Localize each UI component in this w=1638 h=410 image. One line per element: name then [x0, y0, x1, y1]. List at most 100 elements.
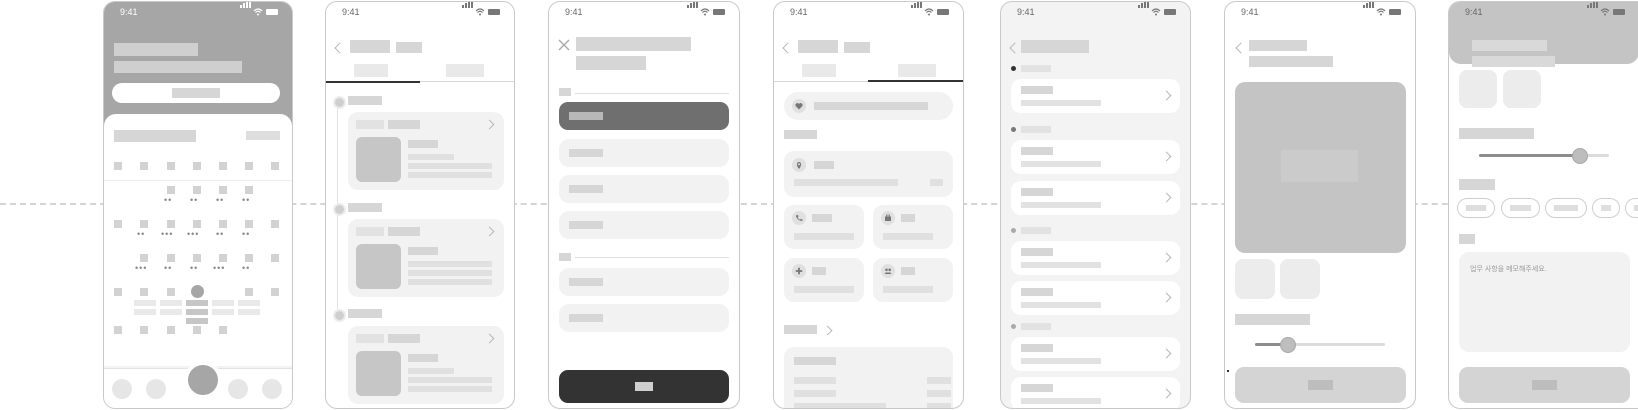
- wifi-icon: [475, 8, 485, 16]
- page-title: [798, 40, 838, 53]
- option-item[interactable]: [559, 268, 729, 296]
- confirm-button[interactable]: [559, 370, 729, 403]
- option-item[interactable]: [559, 139, 729, 167]
- option-selected[interactable]: [559, 102, 729, 130]
- chevron-right-icon: [1161, 388, 1172, 399]
- chevron-right-icon: [1161, 252, 1172, 263]
- option-item[interactable]: [559, 211, 729, 239]
- chevron-right-icon: [484, 333, 495, 344]
- timeline-node: [333, 203, 346, 216]
- chips-label: [1459, 179, 1495, 190]
- thumbnail[interactable]: [1459, 70, 1497, 108]
- heart-icon: [792, 99, 806, 113]
- tab-center-add[interactable]: [184, 361, 222, 399]
- tab-5[interactable]: [262, 379, 282, 399]
- chevron-right-icon: [1161, 151, 1172, 162]
- status-time: 9:41: [1017, 7, 1035, 17]
- phone-card[interactable]: [784, 205, 864, 249]
- wifi-icon: [1151, 8, 1161, 16]
- memo-textarea[interactable]: 업무 사항을 메모해주세요.: [1459, 252, 1630, 352]
- slider-label: [1459, 128, 1534, 139]
- chevron-right-icon: [1161, 90, 1172, 101]
- thumbnail[interactable]: [1503, 70, 1541, 108]
- calendar-month-nav[interactable]: [246, 131, 280, 140]
- photo-preview[interactable]: [1235, 82, 1406, 253]
- status-bar: 9:41: [104, 2, 292, 22]
- screen-photo-slider: 9:41: [1224, 1, 1416, 409]
- back-icon[interactable]: [782, 42, 794, 54]
- filter-chip[interactable]: [1545, 198, 1587, 218]
- thumbnail[interactable]: [1235, 259, 1275, 299]
- page-title-sub: [396, 42, 422, 53]
- medical-card[interactable]: [784, 258, 864, 302]
- people-card[interactable]: [873, 258, 953, 302]
- hero-title: [114, 43, 198, 56]
- tab-1[interactable]: [112, 379, 132, 399]
- timeline-card[interactable]: [348, 219, 504, 297]
- chevron-right-icon: [1161, 348, 1172, 359]
- selected-day-marker[interactable]: [191, 285, 204, 298]
- battery-icon: [1613, 9, 1625, 15]
- filter-chip[interactable]: [1592, 198, 1620, 218]
- submit-button[interactable]: [1235, 367, 1406, 403]
- list-item[interactable]: [1011, 281, 1180, 315]
- status-bar: 9:41: [326, 2, 514, 22]
- header-title: [1472, 40, 1547, 51]
- tab-2[interactable]: [898, 64, 936, 77]
- back-icon[interactable]: [1009, 42, 1021, 54]
- favorite-row[interactable]: [784, 92, 953, 120]
- close-icon[interactable]: [558, 39, 570, 51]
- list-item[interactable]: [1011, 181, 1180, 215]
- status-time: 9:41: [790, 7, 808, 17]
- filter-chip[interactable]: [1457, 198, 1495, 218]
- option-item[interactable]: [559, 175, 729, 203]
- people-icon: [881, 264, 895, 278]
- memo-placeholder: 업무 사항을 메모해주세요.: [1470, 266, 1547, 273]
- status-bar: 9:41: [1001, 2, 1190, 22]
- screen-grouped-list: 9:41: [1000, 1, 1191, 409]
- timeline-date: [348, 309, 382, 318]
- screen-place-detail: 9:41: [773, 1, 964, 409]
- hero-action-button[interactable]: [112, 83, 280, 103]
- status-time: 9:41: [342, 7, 360, 17]
- tab-1[interactable]: [802, 64, 836, 77]
- slider-knob[interactable]: [1280, 337, 1296, 353]
- back-icon[interactable]: [334, 42, 346, 54]
- timeline-card[interactable]: [348, 326, 504, 404]
- bottom-tab-bar: [104, 361, 292, 408]
- list-item[interactable]: [1011, 377, 1180, 408]
- tab-2[interactable]: [146, 379, 166, 399]
- filter-chip[interactable]: [1625, 198, 1638, 218]
- address-card[interactable]: [784, 151, 953, 197]
- cursor-dot: [1227, 370, 1229, 372]
- work-card[interactable]: [873, 205, 953, 249]
- slider-knob[interactable]: [1572, 148, 1588, 164]
- timeline-card[interactable]: [348, 112, 504, 190]
- header-subtitle: [1472, 56, 1555, 67]
- list-item[interactable]: [1011, 337, 1180, 371]
- option-item[interactable]: [559, 304, 729, 332]
- tab-4[interactable]: [228, 379, 248, 399]
- battery-icon: [266, 9, 278, 15]
- list-item[interactable]: [1011, 79, 1180, 113]
- back-icon[interactable]: [1235, 42, 1247, 54]
- group-label: [1021, 65, 1051, 72]
- group-bullet: [1011, 228, 1016, 233]
- tab-1[interactable]: [354, 64, 388, 77]
- tab-2[interactable]: [446, 64, 484, 77]
- status-time: 9:41: [1241, 7, 1259, 17]
- battery-icon: [713, 9, 725, 15]
- list-item[interactable]: [1011, 241, 1180, 275]
- battery-icon: [937, 9, 949, 15]
- wifi-icon: [253, 8, 263, 16]
- chevron-right-icon[interactable]: [822, 325, 833, 336]
- sheet-title-line2: [576, 56, 646, 70]
- filter-chip[interactable]: [1501, 198, 1540, 218]
- thumbnail[interactable]: [1280, 259, 1320, 299]
- submit-button[interactable]: [1459, 367, 1630, 403]
- status-time: 9:41: [1465, 7, 1483, 17]
- chevron-right-icon: [1161, 192, 1172, 203]
- list-item[interactable]: [1011, 140, 1180, 174]
- history-card[interactable]: [784, 347, 953, 408]
- card-thumbnail: [356, 351, 401, 396]
